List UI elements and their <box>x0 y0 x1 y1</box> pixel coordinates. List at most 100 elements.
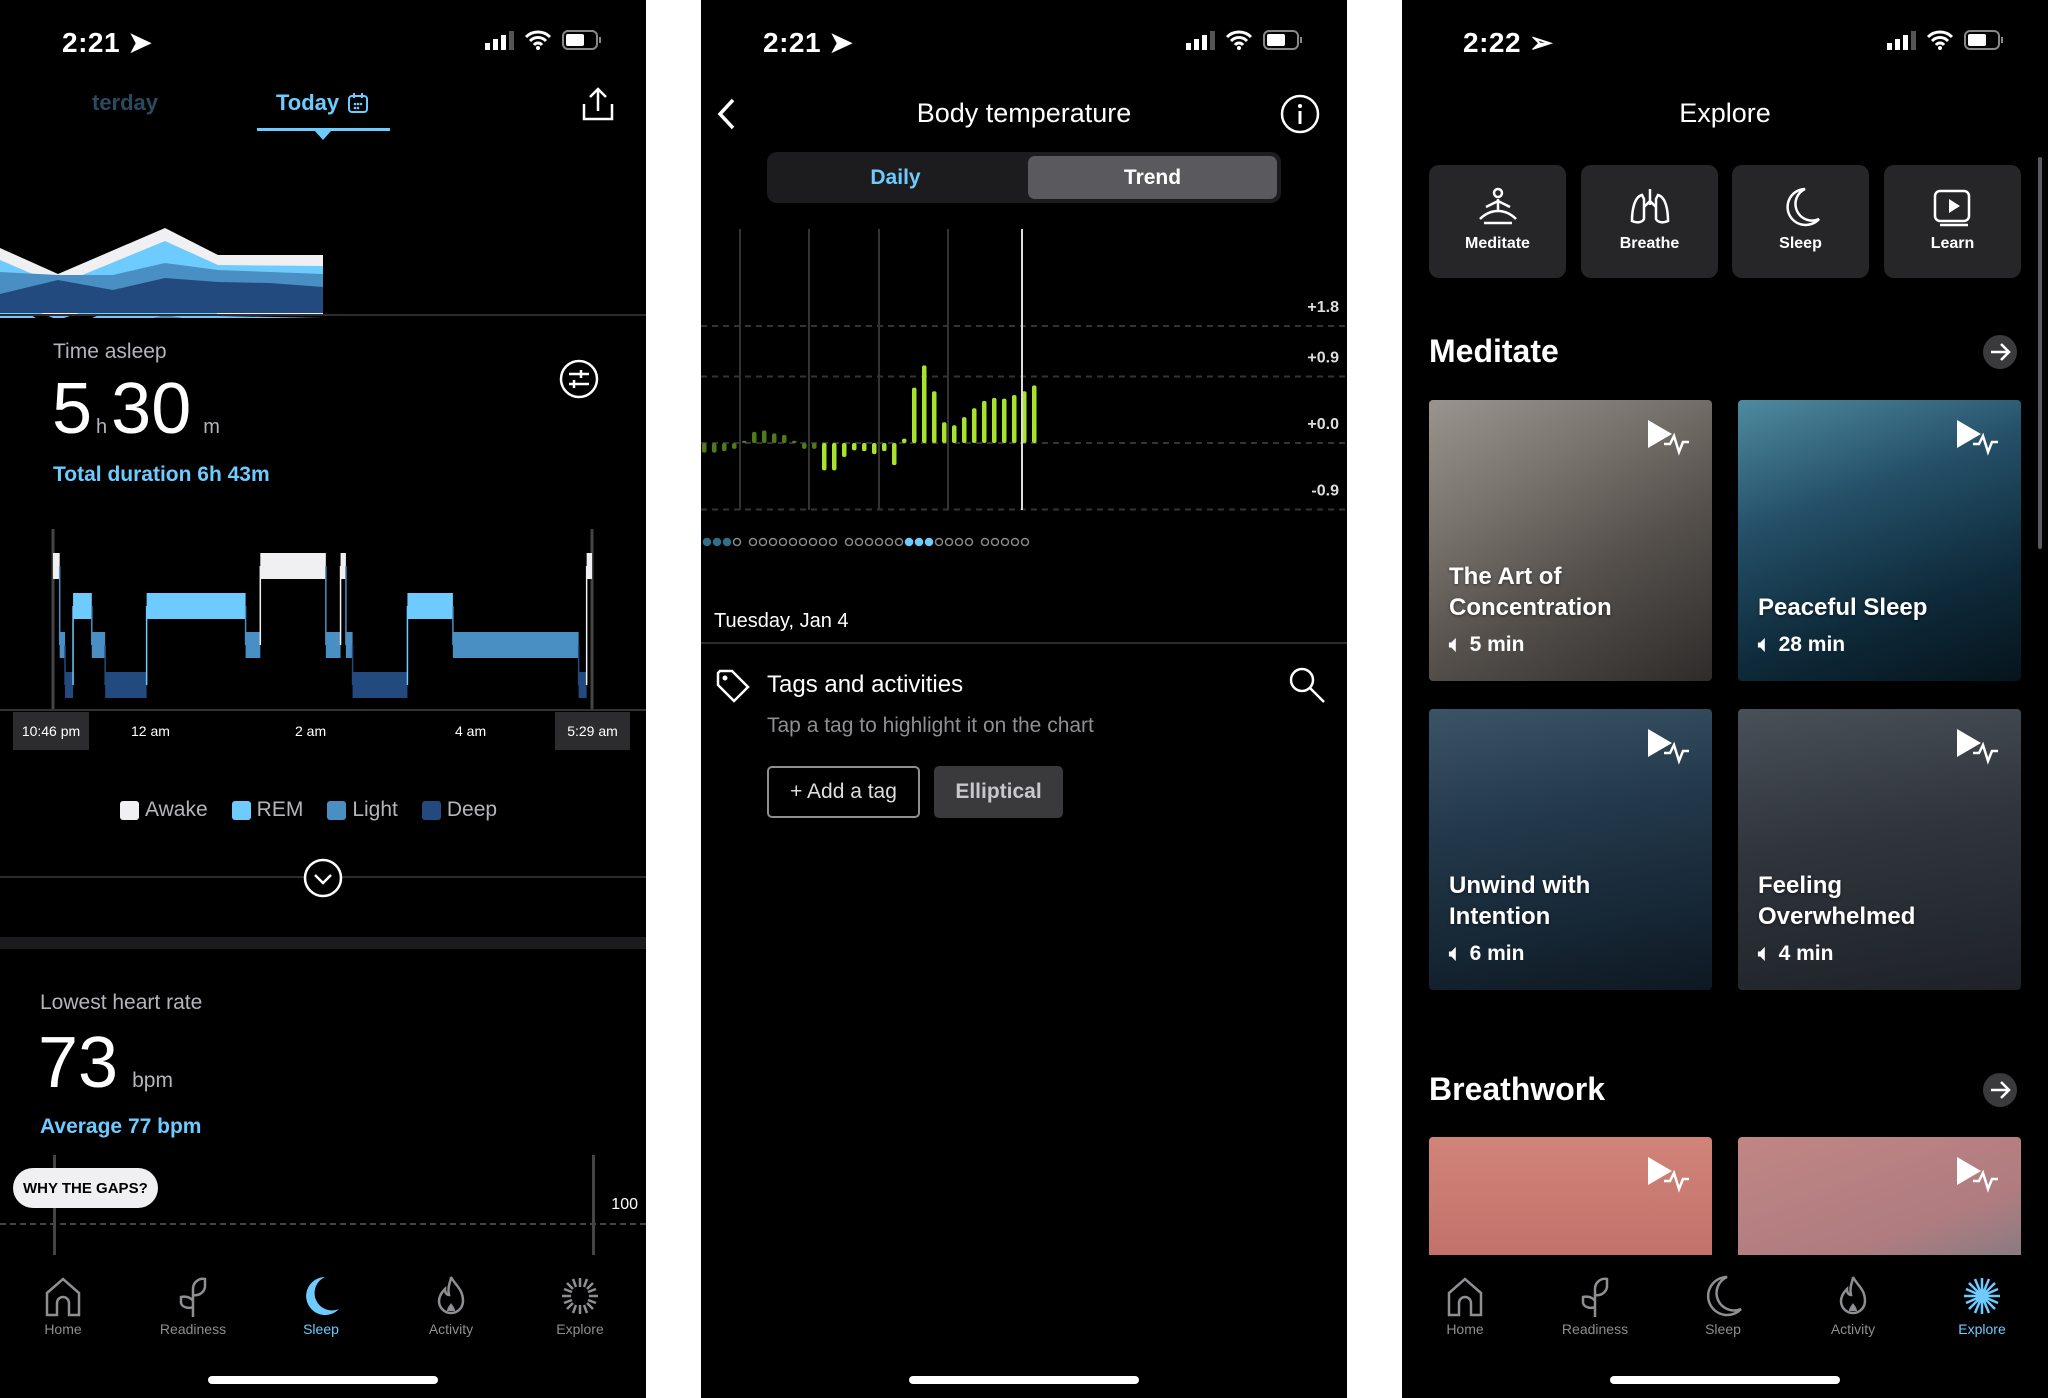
activity-dot <box>864 537 874 547</box>
stage-segment-awake <box>53 553 60 579</box>
tab-activity[interactable]: Activity <box>1798 1275 1908 1337</box>
why-the-gaps-button[interactable]: WHY THE GAPS? <box>13 1168 158 1208</box>
tab-home[interactable]: Home <box>1410 1275 1520 1337</box>
lungs-icon <box>1630 189 1669 224</box>
meditate-see-all-arrow-icon[interactable] <box>1982 334 2018 370</box>
tab-readiness[interactable]: Readiness <box>1540 1275 1650 1337</box>
temperature-bar <box>882 443 887 452</box>
temperature-bar <box>1002 398 1007 443</box>
stage-segment-awake <box>340 553 346 579</box>
tab-sleep[interactable]: Sleep <box>1668 1275 1778 1337</box>
temperature-bar <box>1012 394 1017 443</box>
activity-dot <box>874 537 884 547</box>
legend-deep: Deep <box>421 798 497 822</box>
status-time: 2:21 ➤ <box>763 26 853 59</box>
add-tag-button[interactable]: + Add a tag <box>767 766 920 818</box>
calendar-icon <box>348 93 369 113</box>
tab-explore[interactable]: Explore <box>1927 1275 2037 1337</box>
activity-dot <box>828 537 838 547</box>
sprout-icon <box>1581 1277 1609 1317</box>
body-temperature-screen: 2:21 ➤ Body temperature Daily Trend +1.8… <box>701 0 1347 1398</box>
filter-icon[interactable] <box>559 359 599 399</box>
meditation-card[interactable]: Feeling Overwhelmed 🔈︎ 4 min <box>1738 709 2021 990</box>
moon-icon <box>1785 187 1820 227</box>
tick-4am: 4 am <box>455 723 487 739</box>
activity-dot <box>712 537 722 547</box>
heart-rate-value: 73 bpm <box>38 1022 173 1104</box>
play-biofeedback-icon <box>1957 420 1998 456</box>
y-tick-label: +0.0 <box>1307 416 1339 433</box>
activity-dot <box>748 537 758 547</box>
signal-icon <box>485 31 514 50</box>
info-icon[interactable] <box>1279 93 1321 135</box>
activity-dot <box>1010 537 1020 547</box>
activity-dot <box>798 537 808 547</box>
category-meditate[interactable]: Meditate <box>1429 165 1566 278</box>
activity-dot <box>980 537 990 547</box>
category-sleep[interactable]: Sleep <box>1732 165 1869 278</box>
play-biofeedback-icon <box>1648 420 1689 456</box>
home-indicator <box>1610 1376 1840 1384</box>
status-time: 2:22 ➢ <box>1463 26 1553 59</box>
stage-segment-deep <box>352 672 408 698</box>
audio-icon: 🔈︎ <box>1758 942 1771 965</box>
wifi-icon <box>1926 30 1954 50</box>
stage-segment-light <box>91 632 106 658</box>
meditation-card[interactable]: Unwind with Intention 🔈︎ 6 min <box>1429 709 1712 990</box>
segmented-control: Daily Trend <box>767 152 1281 203</box>
share-icon[interactable] <box>580 86 616 122</box>
tab-home[interactable]: Home <box>8 1275 118 1337</box>
meditation-card[interactable]: The Art of Concentration 🔈︎ 5 min <box>1429 400 1712 681</box>
tag-chip-elliptical[interactable]: Elliptical <box>934 766 1063 818</box>
category-learn[interactable]: Learn <box>1884 165 2021 278</box>
temperature-bar <box>712 443 717 453</box>
category-breathe[interactable]: Breathe <box>1581 165 1718 278</box>
tab-sleep[interactable]: Sleep <box>266 1275 376 1337</box>
tab-explore[interactable]: Explore <box>525 1275 635 1337</box>
tab-yesterday[interactable]: terday <box>92 90 158 116</box>
home-icon <box>1447 1277 1483 1317</box>
explore-screen: 2:22 ➢ Explore Meditate Breathe Sleep Le… <box>1402 0 2048 1398</box>
meditate-icon <box>1478 187 1517 225</box>
tab-today-label: Today <box>276 90 340 115</box>
temperature-bar <box>792 440 797 443</box>
temperature-bar <box>992 397 997 443</box>
heart-rate-unit: bpm <box>132 1069 173 1092</box>
selected-date: Tuesday, Jan 4 <box>714 610 849 632</box>
clock: 2:21 <box>763 27 822 58</box>
segment-trend[interactable]: Trend <box>1028 156 1277 199</box>
flame-icon <box>1839 1276 1867 1315</box>
signal-icon <box>1186 31 1215 50</box>
temperature-bar <box>802 443 807 449</box>
weekly-sleep-area-chart-layers <box>0 228 323 313</box>
tab-readiness[interactable]: Readiness <box>138 1275 248 1337</box>
expand-chevron-icon[interactable] <box>302 857 344 899</box>
stage-segment-deep <box>105 672 147 698</box>
temperature-bar <box>922 365 927 443</box>
breathwork-see-all-arrow-icon[interactable] <box>1982 1072 2018 1108</box>
tags-hint: Tap a tag to highlight it on the chart <box>767 714 1094 737</box>
temperature-bar <box>762 430 767 443</box>
activity-dot <box>844 537 854 547</box>
play-biofeedback-icon <box>1648 1157 1689 1193</box>
total-duration: Total duration 6h 43m <box>53 463 270 486</box>
scrollbar[interactable] <box>2038 157 2042 549</box>
tab-today[interactable]: Today <box>276 90 369 116</box>
activity-dot <box>1000 537 1010 547</box>
hypnogram-legend: Awake REM Light Deep <box>120 798 497 822</box>
activity-dot <box>722 537 732 547</box>
y-tick-label: +1.8 <box>1307 299 1339 316</box>
meditation-card[interactable]: Peaceful Sleep 🔈︎ 28 min <box>1738 400 2021 681</box>
segment-daily[interactable]: Daily <box>767 152 1024 203</box>
temperature-bar <box>702 443 707 453</box>
activity-dot <box>808 537 818 547</box>
play-biofeedback-icon <box>1957 1157 1998 1193</box>
tab-activity[interactable]: Activity <box>396 1275 506 1337</box>
card-duration: 🔈︎ 5 min <box>1449 633 1525 656</box>
temperature-bar <box>972 408 977 443</box>
home-indicator <box>909 1376 1139 1384</box>
search-icon[interactable] <box>1287 665 1327 705</box>
play-biofeedback-icon <box>1957 729 1998 765</box>
temperature-bar <box>782 434 787 443</box>
battery-icon <box>1964 30 2003 50</box>
